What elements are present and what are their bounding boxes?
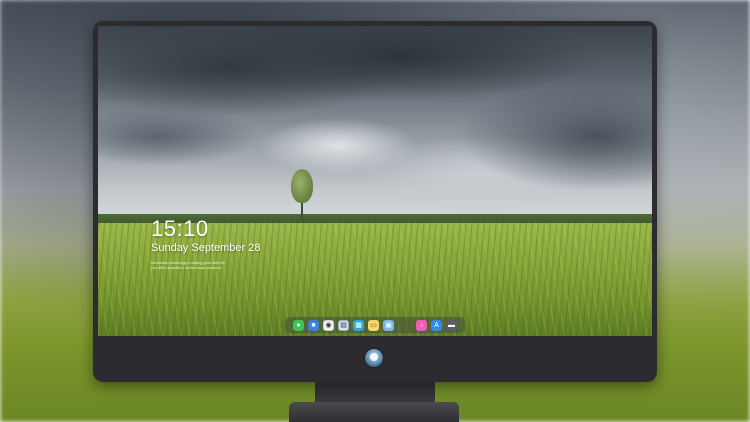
lock-clock: 15:10	[151, 216, 209, 241]
app-store-icon[interactable]: A	[431, 319, 442, 331]
logo-face	[370, 353, 378, 361]
lock-notice: Information technology is making good sa…	[151, 261, 271, 271]
notes-icon[interactable]: ▭	[368, 319, 379, 331]
monitor-stand-neck	[315, 382, 435, 404]
dock: ● ■ ◉ ▤ ▦ ▭ ▣ ♪ A ▬	[285, 317, 465, 333]
clapper-icon[interactable]: ▦	[353, 319, 364, 331]
wallpaper-sky	[98, 26, 652, 221]
terminal-icon[interactable]: ▬	[446, 319, 457, 331]
tree-icon	[291, 169, 313, 203]
monitor-stand-base	[289, 402, 459, 422]
lock-screen[interactable]: 15:10 Sunday September 28 Information te…	[98, 26, 652, 336]
messages-icon[interactable]: ●	[293, 319, 304, 331]
finder-icon[interactable]: ■	[308, 319, 319, 331]
lock-date: Sunday September 28	[151, 242, 261, 254]
preview-icon[interactable]: ▤	[338, 319, 349, 331]
safari-icon[interactable]: ◉	[323, 319, 334, 331]
notice-line: your little computer is as the house can…	[151, 266, 222, 270]
photos-icon[interactable]: ▣	[383, 319, 394, 331]
monitor: 15:10 Sunday September 28 Information te…	[93, 21, 657, 382]
music-icon[interactable]: ♪	[416, 319, 427, 331]
monitor-logo-icon	[365, 349, 383, 367]
dock-separator	[398, 320, 412, 331]
